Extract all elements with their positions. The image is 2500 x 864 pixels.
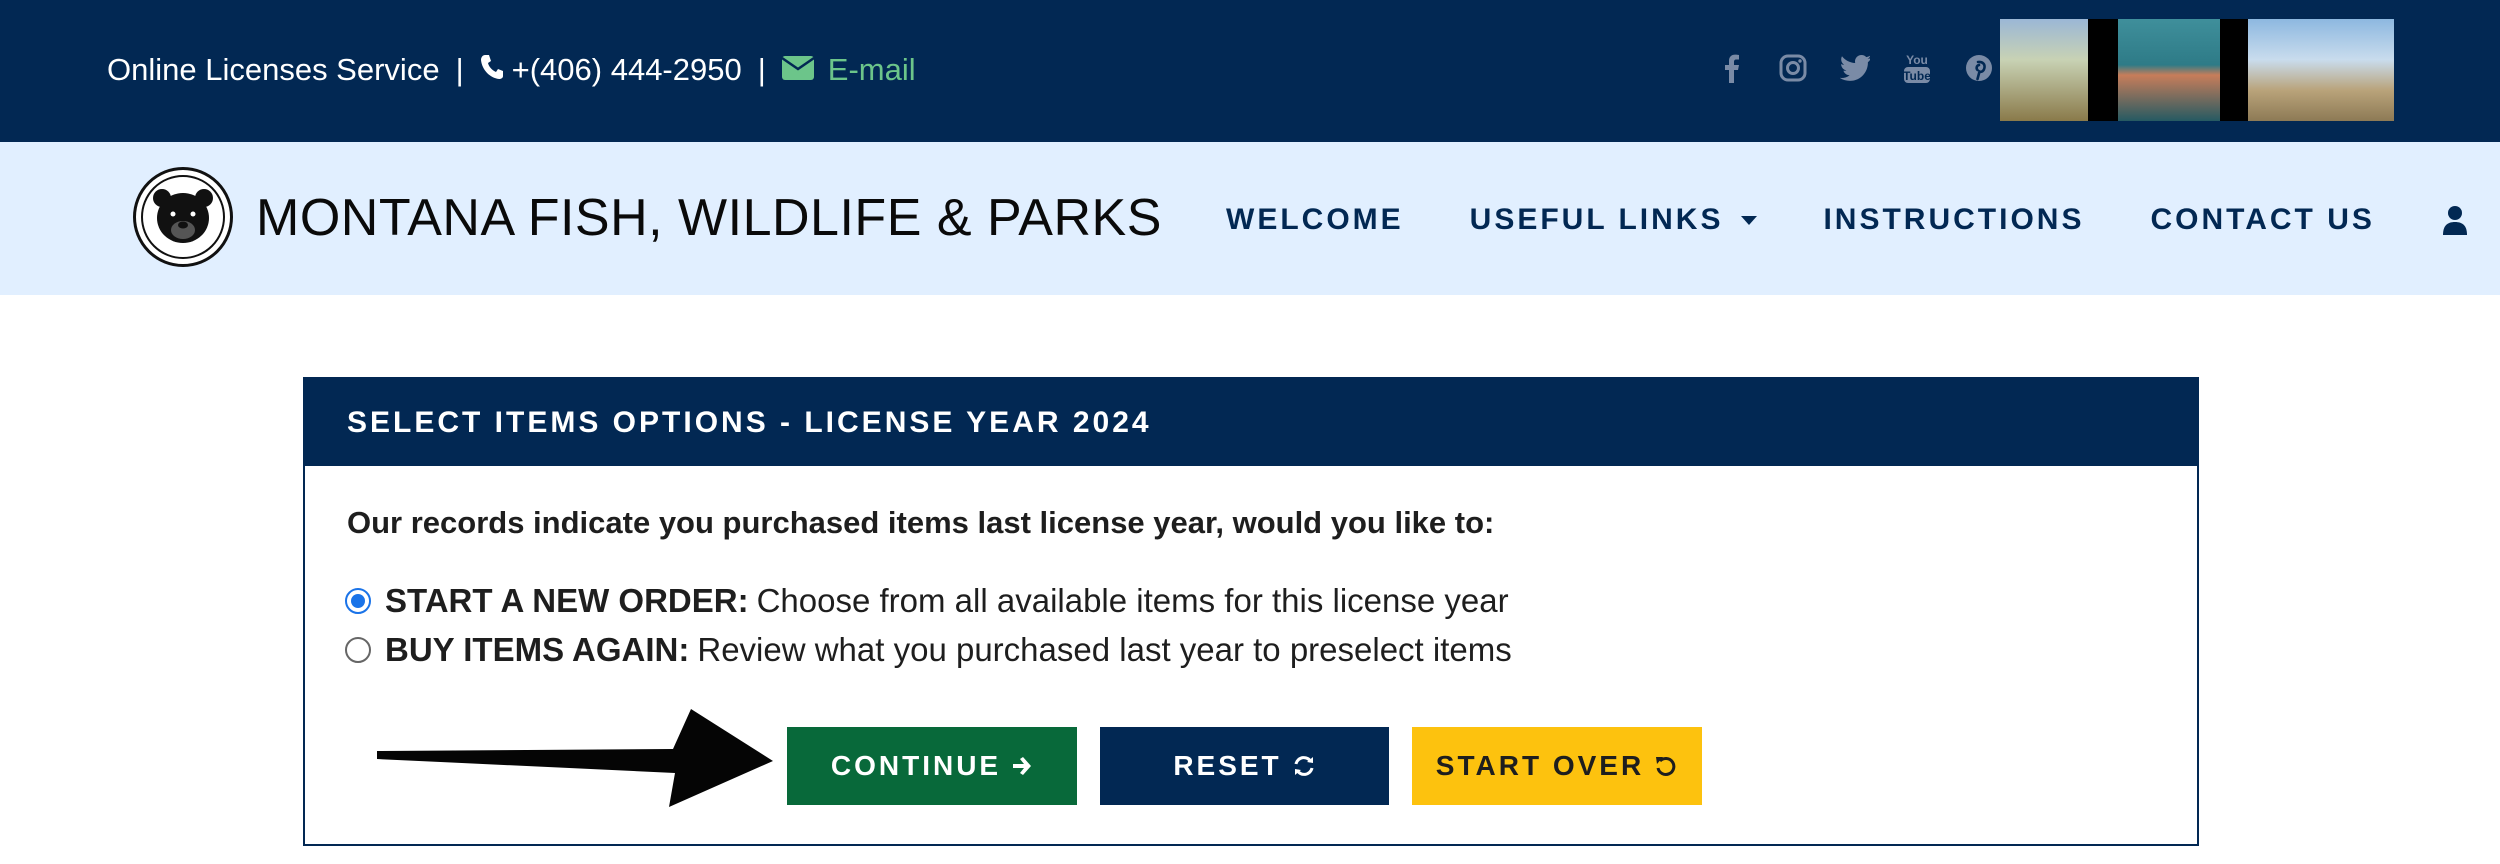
option-label: BUY ITEMS AGAIN: (385, 631, 690, 668)
email-link[interactable]: E-mail (781, 50, 916, 90)
refresh-icon (1292, 754, 1316, 778)
select-items-panel: SELECT ITEMS OPTIONS - LICENSE YEAR 2024… (303, 377, 2199, 846)
reset-button-label: RESET (1173, 750, 1282, 781)
arrow-right-icon (1011, 755, 1033, 777)
reset-button[interactable]: RESET (1100, 727, 1389, 805)
option-buy-items-again[interactable]: BUY ITEMS AGAIN: Review what you purchas… (345, 628, 1512, 672)
hikers-photo (2248, 19, 2394, 121)
site-title[interactable]: MONTANA FISH, WILDLIFE & PARKS (256, 186, 1162, 250)
nav-useful-links-label: USEFUL LINKS (1469, 203, 1724, 236)
chevron-down-icon (1741, 215, 1758, 225)
header-photo-strip (2000, 19, 2394, 121)
start-over-button[interactable]: START OVER (1412, 727, 1702, 805)
facebook-icon[interactable] (1700, 48, 1762, 88)
panel-title: SELECT ITEMS OPTIONS - LICENSE YEAR 2024 (305, 379, 2197, 466)
continue-button[interactable]: CONTINUE (787, 727, 1077, 805)
hunter-photo (2000, 19, 2088, 121)
buy-items-again-radio[interactable] (345, 637, 371, 663)
separator: | (757, 52, 766, 87)
nav-useful-links[interactable]: USEFUL LINKS (1470, 200, 1758, 240)
undo-icon (1654, 754, 1678, 778)
svg-text:You: You (1906, 53, 1928, 67)
contact-info: Online Licenses Service | +(406) 444-295… (107, 50, 916, 90)
youtube-icon[interactable]: You Tube (1886, 48, 1948, 88)
instagram-icon[interactable] (1762, 48, 1824, 88)
nav-links: WELCOME USEFUL LINKS INSTRUCTIONS CONTAC… (1226, 200, 2467, 240)
option-label: START A NEW ORDER: (385, 582, 749, 619)
phone-number[interactable]: +(406) 444-2950 (512, 50, 742, 90)
twitter-icon[interactable] (1824, 48, 1886, 88)
envelope-icon (781, 50, 815, 90)
nav-welcome[interactable]: WELCOME (1226, 200, 1404, 240)
nav-contact-us[interactable]: CONTACT US (2150, 200, 2374, 240)
email-label: E-mail (827, 52, 916, 87)
option-start-new-order[interactable]: START A NEW ORDER: Choose from all avail… (345, 579, 1509, 623)
service-label: Online Licenses Service (107, 52, 440, 87)
social-links: You Tube (1700, 48, 2010, 88)
records-question: Our records indicate you purchased items… (347, 505, 1495, 540)
nav-instructions[interactable]: INSTRUCTIONS (1823, 200, 2084, 240)
main-navigation: MONTANA FISH, WILDLIFE & PARKS WELCOME U… (0, 142, 2500, 295)
trout-photo (2118, 19, 2220, 121)
start-over-button-label: START OVER (1435, 750, 1645, 781)
top-bar: Online Licenses Service | +(406) 444-295… (0, 0, 2500, 142)
start-new-order-radio[interactable] (345, 588, 371, 614)
pointer-arrow-icon (377, 709, 773, 807)
separator: | (455, 52, 464, 87)
phone-icon (480, 50, 504, 90)
user-account-icon[interactable] (2442, 205, 2467, 235)
svg-text:Tube: Tube (1903, 69, 1931, 83)
option-description: Review what you purchased last year to p… (697, 631, 1512, 668)
option-description: Choose from all available items for this… (756, 582, 1509, 619)
bear-logo-icon[interactable] (133, 167, 233, 267)
continue-button-label: CONTINUE (830, 750, 1002, 781)
